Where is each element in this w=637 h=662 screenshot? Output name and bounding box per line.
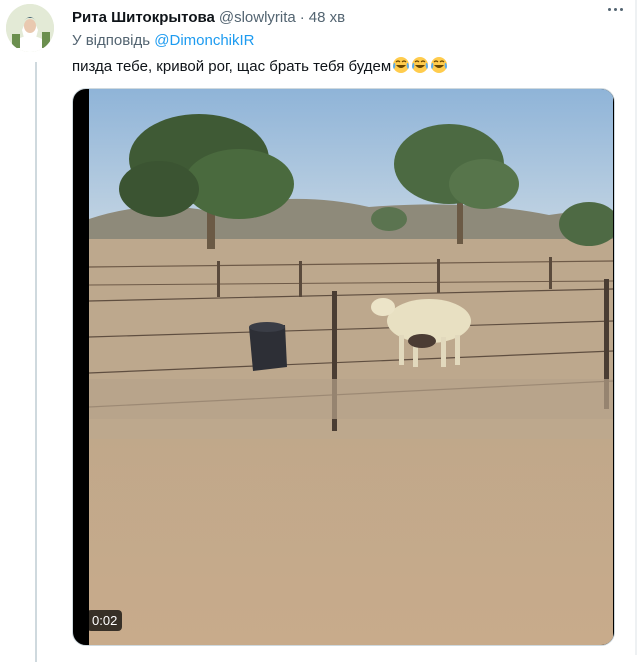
separator-dot: ·	[299, 8, 305, 26]
avatar-image	[6, 4, 54, 52]
tweet-header: Рита Шитокрытова @slowlyrita · 48 хв	[72, 6, 345, 28]
reply-prefix: У відповідь	[72, 32, 151, 49]
author-handle[interactable]: @slowlyrita	[219, 9, 296, 26]
face-with-tears-of-joy-icon	[411, 56, 429, 74]
author-name[interactable]: Рита Шитокрытова	[72, 9, 215, 26]
video-player[interactable]: 0:02	[72, 88, 615, 646]
face-with-tears-of-joy-icon	[430, 56, 448, 74]
more-options-icon[interactable]	[608, 8, 623, 11]
reply-mention-link[interactable]: @DimonchikIR	[154, 32, 254, 49]
thread-connector-line	[35, 62, 37, 662]
tweet-text-content: пизда тебе, кривой рог, щас брать тебя б…	[72, 58, 392, 75]
video-frame	[89, 89, 613, 645]
avatar[interactable]	[6, 4, 54, 52]
tweet-timestamp[interactable]: 48 хв	[309, 9, 345, 26]
reply-context: У відповідь @DimonchikIR	[72, 32, 255, 49]
tweet-text: пизда тебе, кривой рог, щас брать тебя б…	[72, 56, 448, 75]
face-with-tears-of-joy-icon	[392, 56, 410, 74]
video-duration-badge: 0:02	[87, 610, 123, 631]
